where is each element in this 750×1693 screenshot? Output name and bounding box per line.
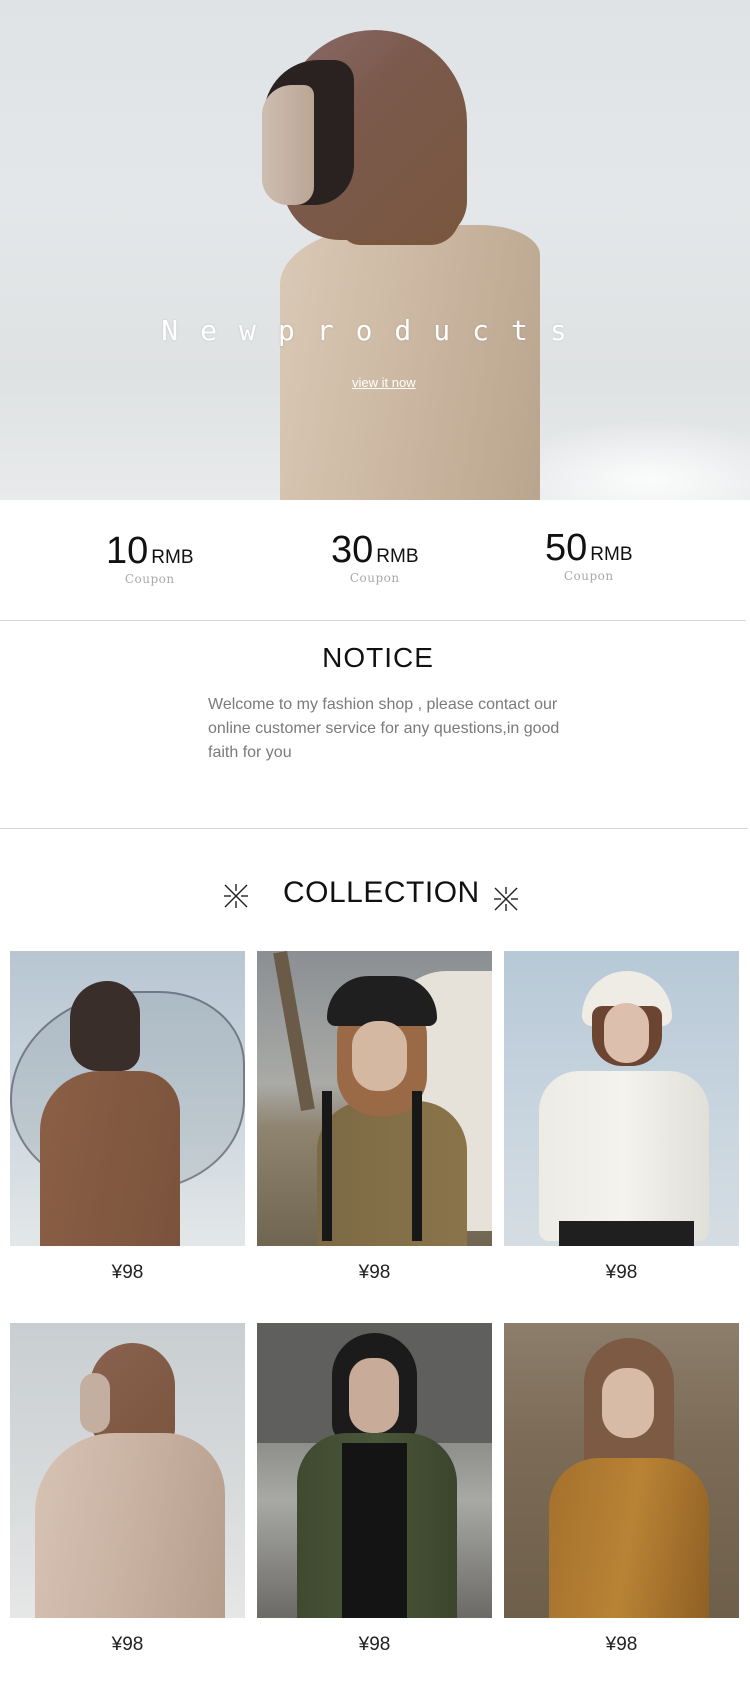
coupon-10[interactable]: 10 RMB Coupon: [106, 530, 194, 586]
product-price: ¥98: [358, 1262, 391, 1283]
notice-text: Welcome to my fashion shop , please cont…: [208, 696, 560, 761]
view-it-now-link[interactable]: view it now: [352, 375, 416, 390]
product-price: ¥98: [111, 1262, 144, 1283]
product-image[interactable]: [257, 951, 492, 1246]
hero-title: Newproducts: [161, 314, 589, 347]
collection-title: COLLECTION: [283, 876, 480, 909]
coupon-50[interactable]: 50 RMB Coupon: [545, 527, 633, 583]
coupon-label: Coupon: [124, 572, 175, 586]
coupon-amount: 10: [106, 530, 149, 572]
product-price: ¥98: [111, 1634, 144, 1655]
product-price: ¥98: [605, 1262, 638, 1283]
coupon-amount: 30: [331, 529, 374, 571]
coupon-unit: RMB: [151, 547, 194, 568]
product-image[interactable]: [504, 951, 739, 1246]
product-price: ¥98: [358, 1634, 391, 1655]
product-image[interactable]: [504, 1323, 739, 1618]
product-card[interactable]: ¥98: [10, 1323, 245, 1655]
hero-model-coat: [280, 225, 540, 500]
hero-model-face: [262, 85, 314, 205]
notice-title: NOTICE: [322, 642, 434, 673]
coupon-amount: 50: [545, 527, 588, 569]
coupon-30[interactable]: 30 RMB Coupon: [331, 529, 419, 585]
hero-banner[interactable]: Newproducts view it now: [0, 0, 750, 500]
product-image[interactable]: [257, 1323, 492, 1618]
asterisk-cross-icon: [224, 884, 248, 908]
product-price: ¥98: [605, 1634, 638, 1655]
product-card[interactable]: ¥98: [257, 1323, 492, 1655]
section-divider: [0, 620, 746, 621]
product-card[interactable]: ¥98: [504, 1323, 739, 1655]
coupon-row: 10 RMB Coupon 30 RMB Coupon 50 RMB Coupon: [0, 500, 750, 620]
section-divider: [0, 828, 748, 829]
coupon-label: Coupon: [563, 569, 614, 583]
product-card[interactable]: ¥98: [10, 951, 245, 1283]
coupon-label: Coupon: [349, 571, 400, 585]
coupon-unit: RMB: [376, 546, 419, 567]
product-card[interactable]: ¥98: [257, 951, 492, 1283]
product-image[interactable]: [10, 951, 245, 1246]
product-image[interactable]: [10, 1323, 245, 1618]
coupon-unit: RMB: [590, 544, 633, 565]
asterisk-cross-icon: [494, 887, 518, 911]
product-card[interactable]: ¥98: [504, 951, 739, 1283]
